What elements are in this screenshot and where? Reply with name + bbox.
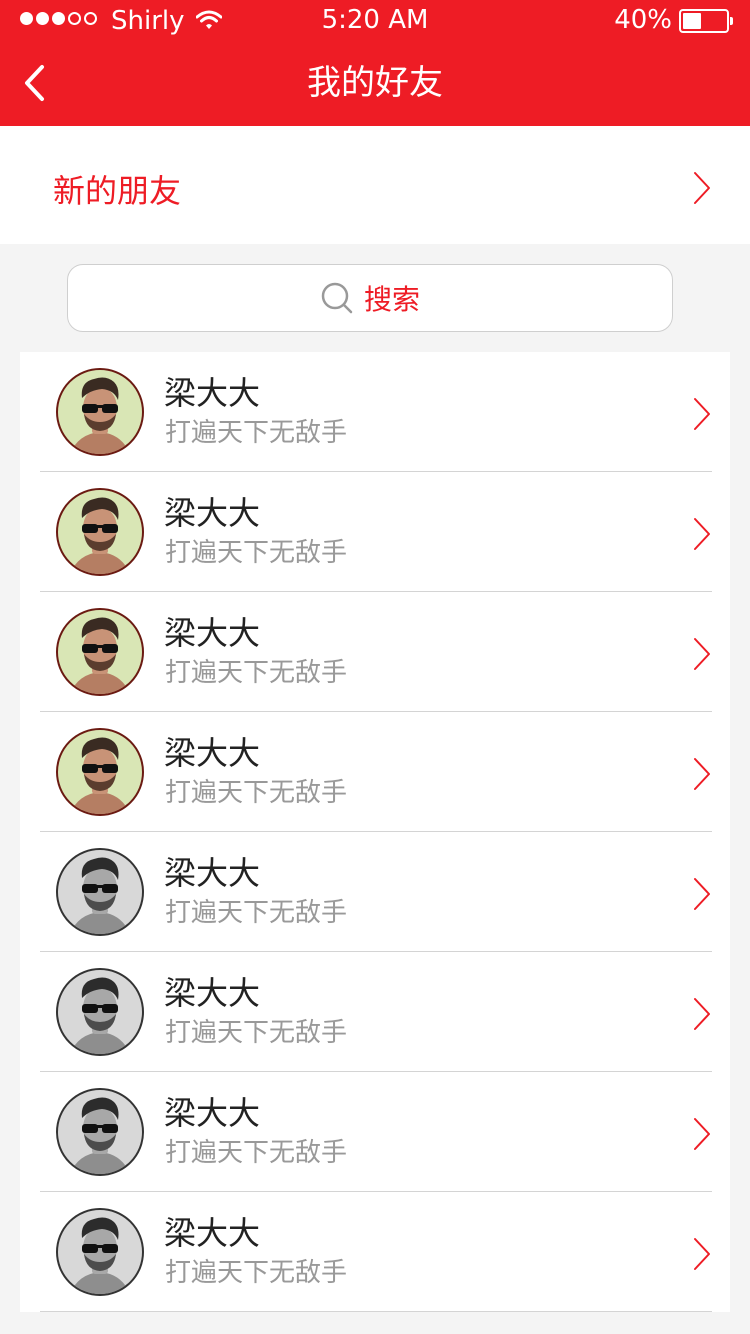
friend-motto: 打遍天下无敌手 xyxy=(165,898,348,928)
friend-name: 梁大大 xyxy=(164,854,261,892)
avatar xyxy=(56,608,144,696)
search-icon xyxy=(321,282,353,314)
avatar xyxy=(56,1208,144,1296)
chevron-right-icon xyxy=(694,1238,710,1270)
chevron-right-icon xyxy=(694,1118,710,1150)
chevron-right-icon xyxy=(694,638,710,670)
person-avatar-icon xyxy=(70,737,130,814)
friend-row[interactable]: 梁大大 打遍天下无敌手 xyxy=(20,1072,730,1192)
friend-motto: 打遍天下无敌手 xyxy=(165,658,348,688)
new-friends-label: 新的朋友 xyxy=(53,172,182,210)
friend-motto: 打遍天下无敌手 xyxy=(165,778,348,808)
friend-row[interactable]: 梁大大 打遍天下无敌手 xyxy=(20,952,730,1072)
battery-icon xyxy=(679,9,735,33)
person-avatar-icon xyxy=(70,857,130,934)
chevron-right-icon xyxy=(694,518,710,550)
friend-name: 梁大大 xyxy=(164,974,261,1012)
friend-motto: 打遍天下无敌手 xyxy=(165,1018,348,1048)
friend-name: 梁大大 xyxy=(164,494,261,532)
friend-row[interactable]: 梁大大 打遍天下无敌手 xyxy=(20,712,730,832)
person-avatar-icon xyxy=(70,1217,130,1294)
friend-name: 梁大大 xyxy=(164,1094,261,1132)
page-title: 我的好友 xyxy=(307,63,443,103)
friend-row[interactable]: 梁大大 打遍天下无敌手 xyxy=(20,1192,730,1312)
chevron-right-icon xyxy=(694,998,710,1030)
friend-motto: 打遍天下无敌手 xyxy=(165,418,348,448)
person-avatar-icon xyxy=(70,617,130,694)
friend-motto: 打遍天下无敌手 xyxy=(165,538,348,568)
avatar xyxy=(56,1088,144,1176)
chevron-right-icon xyxy=(694,758,710,790)
new-friends-row[interactable]: 新的朋友 xyxy=(0,126,750,244)
row-divider xyxy=(40,1311,712,1312)
friend-list: 梁大大 打遍天下无敌手 梁大大 打遍天下无敌手 梁大大 打遍天下无敌手 梁大大 … xyxy=(20,352,730,1312)
chevron-right-icon xyxy=(694,398,710,430)
avatar xyxy=(56,968,144,1056)
avatar xyxy=(56,368,144,456)
nav-header: Shirly 5:20 AM 40% 我的好友 xyxy=(0,0,750,126)
friend-name: 梁大大 xyxy=(164,614,261,652)
friend-row[interactable]: 梁大大 打遍天下无敌手 xyxy=(20,832,730,952)
friend-name: 梁大大 xyxy=(164,374,261,412)
status-bar: Shirly 5:20 AM 40% xyxy=(0,0,750,40)
search-label: 搜索 xyxy=(363,283,420,316)
friend-motto: 打遍天下无敌手 xyxy=(165,1258,348,1288)
chevron-right-icon xyxy=(694,878,710,910)
person-avatar-icon xyxy=(70,1097,130,1174)
friend-name: 梁大大 xyxy=(164,1214,261,1252)
friend-row[interactable]: 梁大大 打遍天下无敌手 xyxy=(20,352,730,472)
friend-name: 梁大大 xyxy=(164,734,261,772)
friend-row[interactable]: 梁大大 打遍天下无敌手 xyxy=(20,592,730,712)
person-avatar-icon xyxy=(70,377,130,454)
person-avatar-icon xyxy=(70,497,130,574)
avatar xyxy=(56,848,144,936)
friend-row[interactable]: 梁大大 打遍天下无敌手 xyxy=(20,472,730,592)
friend-motto: 打遍天下无敌手 xyxy=(165,1138,348,1168)
battery-percentage: 40% xyxy=(614,5,672,35)
avatar xyxy=(56,488,144,576)
avatar xyxy=(56,728,144,816)
search-bar[interactable]: 搜索 xyxy=(67,264,673,332)
person-avatar-icon xyxy=(70,977,130,1054)
chevron-right-icon xyxy=(694,172,710,204)
